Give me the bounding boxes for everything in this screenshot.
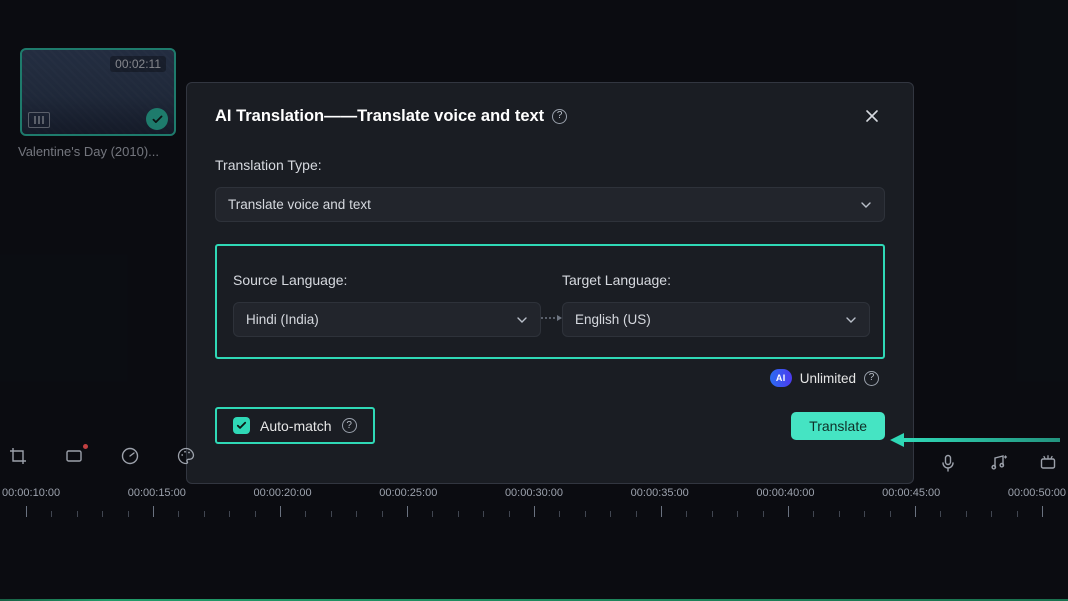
mic-icon[interactable]	[938, 453, 958, 473]
source-language-value: Hindi (India)	[246, 312, 319, 327]
clip-duration: 00:02:11	[110, 56, 166, 72]
auto-match-help-icon[interactable]: ?	[342, 418, 357, 433]
time-label: 00:00:40:00	[756, 487, 814, 499]
clip-type-icon	[28, 112, 50, 128]
timeline-labels: 00:00:10:00 00:00:15:00 00:00:20:00 00:0…	[0, 487, 1068, 499]
auto-match-label: Auto-match	[260, 418, 332, 434]
translation-type-label: Translation Type:	[215, 157, 885, 173]
source-language-label: Source Language:	[233, 272, 541, 288]
auto-match-checkbox[interactable]	[233, 417, 250, 434]
music-icon[interactable]	[988, 453, 1008, 473]
chevron-down-icon	[845, 314, 857, 326]
timeline-ruler[interactable]: 00:00:10:00 00:00:15:00 00:00:20:00 00:0…	[0, 487, 1068, 523]
close-button[interactable]	[859, 103, 885, 129]
unlimited-label: Unlimited	[800, 371, 856, 386]
time-label: 00:00:20:00	[253, 487, 311, 499]
media-thumbnail[interactable]: 00:02:11	[20, 48, 176, 136]
translate-button[interactable]: Translate	[791, 412, 885, 440]
direction-arrow-icon	[541, 299, 562, 337]
time-label: 00:00:50:00	[1008, 487, 1066, 499]
language-selection-highlight: Source Language: Hindi (India) Target La…	[215, 244, 885, 359]
target-language-dropdown[interactable]: English (US)	[562, 302, 870, 337]
speed-icon[interactable]	[120, 446, 140, 466]
help-icon[interactable]: ?	[552, 109, 567, 124]
time-label: 00:00:45:00	[882, 487, 940, 499]
chevron-down-icon	[516, 314, 528, 326]
target-language-label: Target Language:	[562, 272, 870, 288]
ai-translation-dialog: AI Translation——Translate voice and text…	[186, 82, 914, 484]
translation-type-dropdown[interactable]: Translate voice and text	[215, 187, 885, 222]
effects-icon[interactable]	[1038, 453, 1058, 473]
translation-type-value: Translate voice and text	[228, 197, 371, 212]
target-language-value: English (US)	[575, 312, 651, 327]
aspect-icon[interactable]	[64, 446, 84, 466]
time-label: 00:00:30:00	[505, 487, 563, 499]
unlimited-help-icon[interactable]: ?	[864, 371, 879, 386]
time-label: 00:00:25:00	[379, 487, 437, 499]
dialog-title: AI Translation——Translate voice and text	[215, 107, 544, 126]
chevron-down-icon	[860, 199, 872, 211]
time-label: 00:00:10:00	[2, 487, 60, 499]
clip-filename: Valentine's Day (2010)...	[18, 144, 159, 159]
time-label: 00:00:15:00	[128, 487, 186, 499]
ai-badge-icon: AI	[770, 369, 792, 387]
source-language-dropdown[interactable]: Hindi (India)	[233, 302, 541, 337]
palette-icon[interactable]	[176, 446, 196, 466]
clip-added-check-icon	[146, 108, 168, 130]
crop-icon[interactable]	[8, 446, 28, 466]
time-label: 00:00:35:00	[631, 487, 689, 499]
